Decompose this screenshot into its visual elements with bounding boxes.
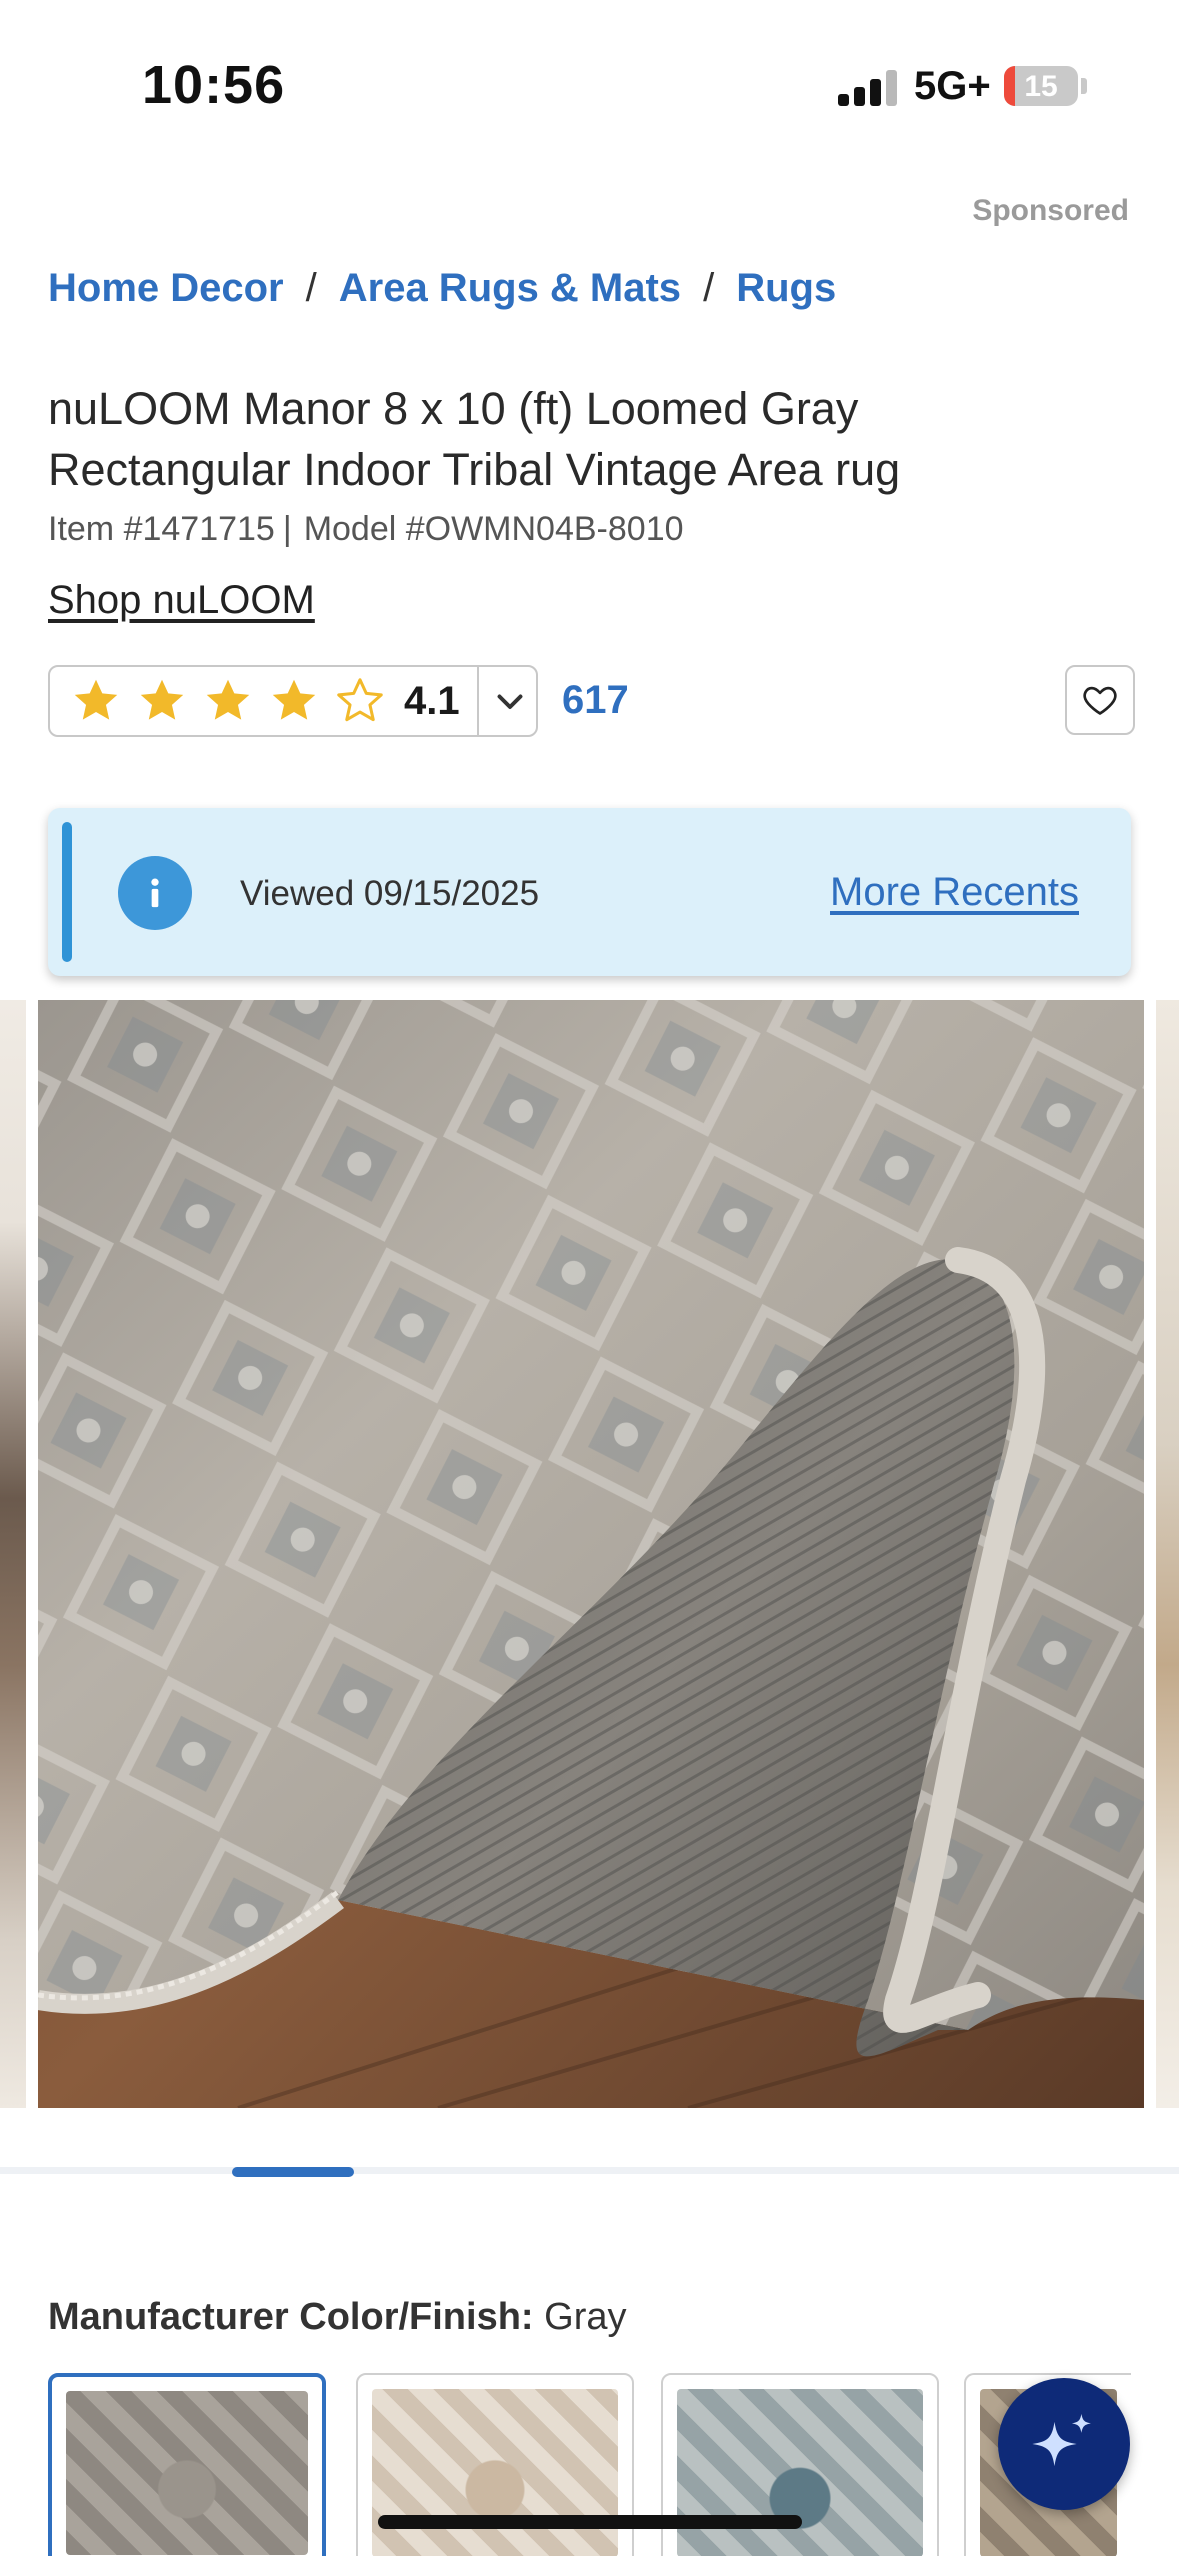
- battery-level: 15: [1024, 70, 1058, 103]
- meta-separator: |: [282, 510, 292, 548]
- breadcrumb-rugs[interactable]: Rugs: [736, 266, 836, 311]
- color-finish-heading: Manufacturer Color/Finish:: [48, 2296, 534, 2338]
- status-time: 10:56: [142, 55, 286, 115]
- recently-viewed-banner: Viewed 09/15/2025 More Recents: [48, 808, 1131, 976]
- status-bar: 10:56 5G+ 15: [0, 0, 1179, 160]
- breadcrumb-separator: /: [703, 266, 715, 310]
- star-filled-icon: [140, 679, 184, 720]
- favorite-button[interactable]: [1065, 665, 1135, 735]
- item-number: Item #1471715: [48, 510, 275, 548]
- rug-image[interactable]: [38, 1000, 1144, 2108]
- signal-icon: [838, 70, 898, 106]
- star-filled-icon: [272, 679, 316, 720]
- color-swatch-gray[interactable]: [48, 2373, 326, 2556]
- product-title: nuLOOM Manor 8 x 10 (ft) Loomed Gray Rec…: [48, 383, 901, 495]
- swatch-image: [677, 2389, 923, 2556]
- image-gallery[interactable]: [0, 1000, 1179, 2108]
- shop-brand-link[interactable]: Shop nuLOOM: [48, 578, 315, 623]
- rating-widget[interactable]: 4.1: [48, 665, 538, 737]
- star-filled-icon: [74, 679, 118, 720]
- battery-tip: [1081, 78, 1087, 94]
- network-type: 5G+: [914, 64, 991, 108]
- heart-icon: [1083, 686, 1117, 715]
- chevron-down-icon[interactable]: [481, 667, 538, 735]
- gallery-progress-indicator: [232, 2167, 354, 2177]
- model-number: Model #OWMN04B-8010: [303, 510, 684, 548]
- viewed-date: Viewed 09/15/2025: [240, 874, 540, 913]
- previous-image-peek[interactable]: [0, 1000, 26, 2108]
- star-empty-icon: [337, 678, 383, 722]
- sparkle-icon: [1032, 2413, 1091, 2467]
- more-recents-link[interactable]: More Recents: [830, 870, 1079, 915]
- swatch-image: [66, 2391, 308, 2555]
- color-finish-value: Gray: [544, 2296, 627, 2338]
- breadcrumb-home-decor[interactable]: Home Decor: [48, 266, 284, 311]
- home-indicator[interactable]: [378, 2515, 802, 2529]
- rating-value: 4.1: [404, 678, 460, 723]
- banner-accent: [62, 822, 72, 962]
- sponsored-label: Sponsored: [972, 194, 1129, 227]
- ai-assistant-button[interactable]: [998, 2378, 1130, 2510]
- star-filled-icon: [206, 679, 250, 720]
- breadcrumb-separator: /: [305, 266, 317, 310]
- next-image-peek[interactable]: [1156, 1000, 1179, 2108]
- info-icon: [118, 856, 192, 930]
- item-meta: Item #1471715 | Model #OWMN04B-8010: [48, 510, 684, 549]
- breadcrumb: Home Decor / Area Rugs & Mats / Rugs: [48, 266, 836, 311]
- rating-divider: [477, 667, 479, 735]
- swatch-image: [372, 2389, 618, 2556]
- color-finish-label: Manufacturer Color/Finish: Gray: [48, 2296, 627, 2339]
- review-count-link[interactable]: 617: [562, 678, 629, 723]
- gallery-progress-track: [0, 2167, 1179, 2174]
- battery-icon: 15: [1004, 66, 1078, 106]
- star-rating: 4.1: [50, 667, 460, 735]
- breadcrumb-area-rugs[interactable]: Area Rugs & Mats: [339, 266, 681, 311]
